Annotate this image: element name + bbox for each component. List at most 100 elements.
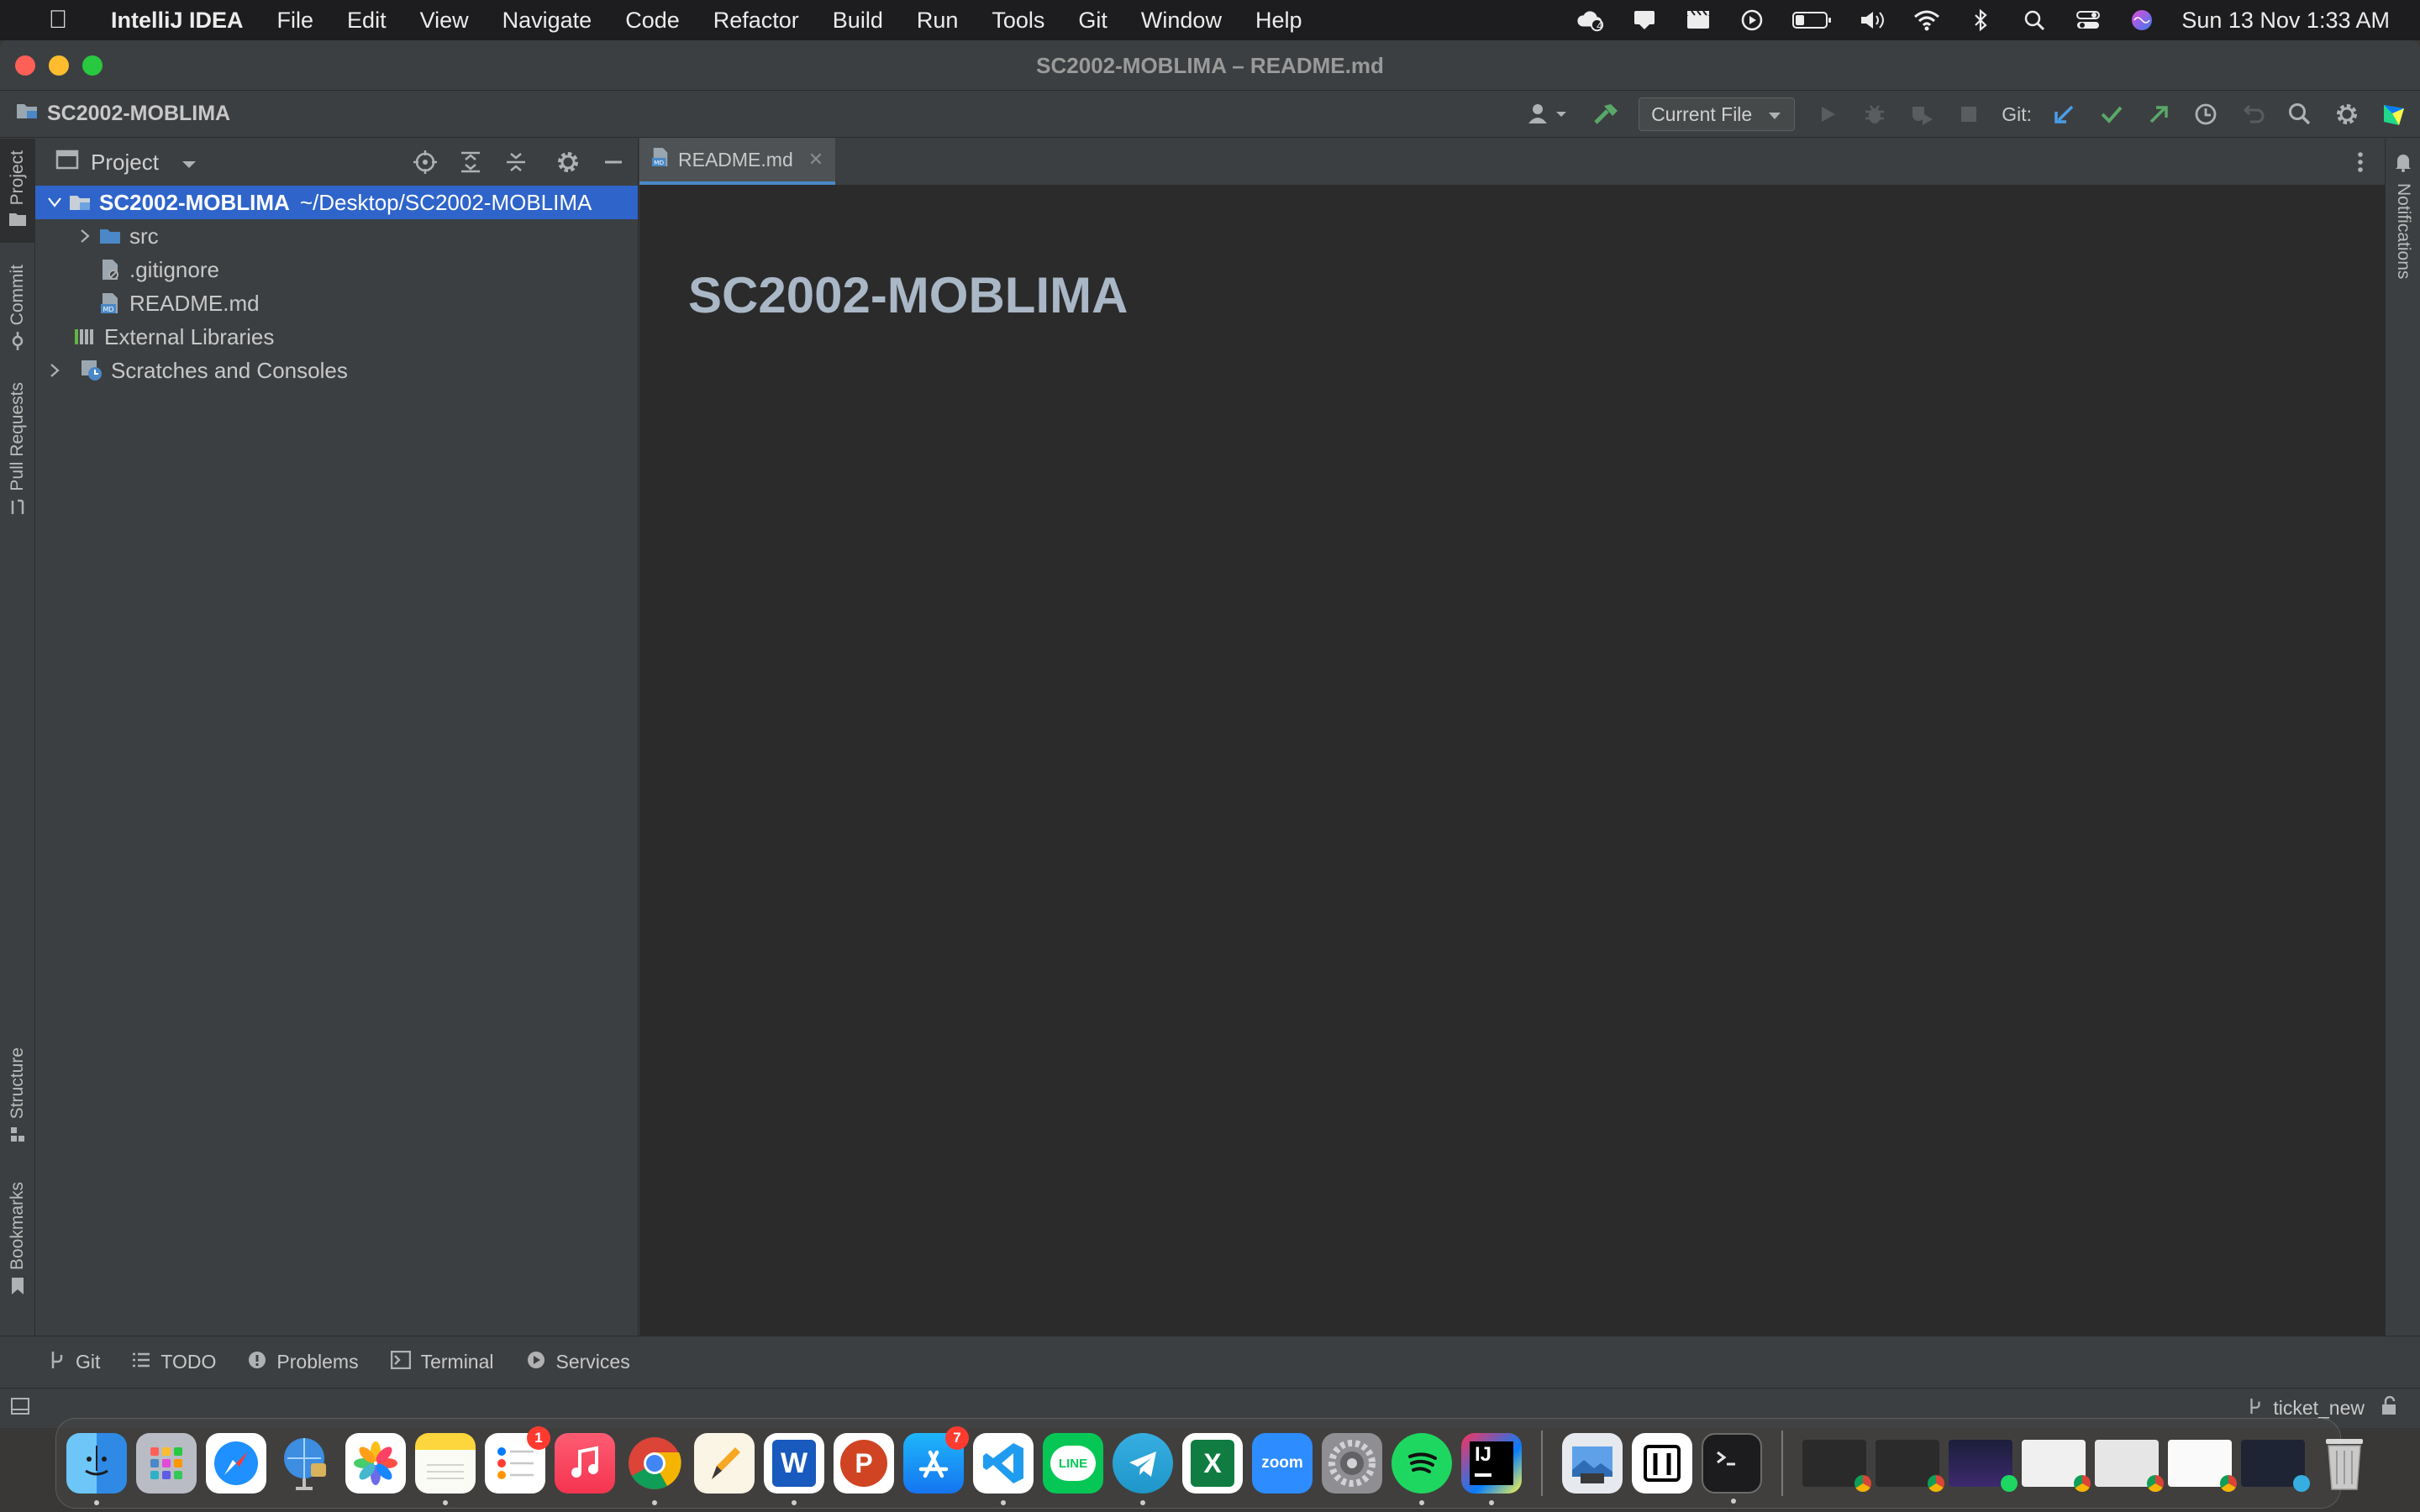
notification-icon[interactable] [1630,8,1659,32]
app-menu[interactable]: IntelliJ IDEA [82,8,260,34]
dock-network-utility-icon[interactable] [276,1433,336,1494]
tool-window-structure-button[interactable]: Structure [0,1047,35,1165]
project-view-selector[interactable]: Project [55,150,197,176]
tree-item-src[interactable]: src [35,219,638,253]
dock-minimized-window-4[interactable] [2022,1440,2091,1492]
tool-window-services-button[interactable]: Services [526,1350,630,1375]
tool-window-notifications-button[interactable]: Notifications [2386,145,2420,313]
play-circle-icon[interactable] [1738,8,1766,32]
dock-trash-icon[interactable] [2314,1433,2375,1494]
run-icon[interactable] [1813,100,1842,129]
menu-refactor[interactable]: Refactor [697,8,816,34]
lock-icon[interactable] [2380,1395,2398,1421]
menu-build[interactable]: Build [816,8,900,34]
bluetooth-icon[interactable] [1966,8,1995,32]
build-hammer-icon[interactable] [1591,100,1620,129]
dock-minimized-window-5[interactable] [2095,1440,2164,1492]
menu-run[interactable]: Run [900,8,976,34]
dock-intellij-icon[interactable]: IJ [1461,1433,1522,1505]
clapperboard-icon[interactable] [1684,8,1712,32]
debug-icon[interactable] [1860,100,1889,129]
select-opened-file-icon[interactable] [411,148,439,176]
dock-notion-icon[interactable] [1632,1433,1692,1494]
dock-excel-icon[interactable]: X [1182,1433,1243,1494]
search-everywhere-icon[interactable] [2286,100,2314,129]
jetbrains-toolbox-icon[interactable] [2380,100,2408,129]
window-close-button[interactable] [15,55,35,76]
collapse-all-icon[interactable] [502,148,530,176]
close-tab-icon[interactable]: ✕ [808,149,823,171]
git-update-icon[interactable] [2050,100,2079,129]
breadcrumb[interactable]: SC2002-MOBLIMA [15,101,230,127]
tree-item-external-libraries[interactable]: External Libraries [35,320,638,354]
control-center-icon[interactable] [2074,8,2102,32]
git-push-icon[interactable] [2144,100,2173,129]
dock-minimized-window-7[interactable] [2241,1440,2310,1492]
dock-minimized-window-2[interactable] [1876,1440,1944,1492]
code-with-me-icon[interactable] [1526,100,1573,129]
wifi-icon[interactable] [1912,8,1941,32]
stop-icon[interactable] [1954,100,1983,129]
tree-item-gitignore[interactable]: .gitignore [35,253,638,286]
apple-menu-icon[interactable]:  [34,6,82,34]
tool-window-pull-requests-button[interactable]: Pull Requests [0,382,35,533]
menu-tools[interactable]: Tools [975,8,1061,34]
tool-window-todo-button[interactable]: TODO [132,1351,216,1373]
dock-app-store-icon[interactable]: 7 [903,1426,969,1494]
menu-git[interactable]: Git [1061,8,1124,34]
menu-help[interactable]: Help [1239,8,1319,34]
dock-chrome-icon[interactable] [624,1433,685,1505]
expand-all-icon[interactable] [456,148,485,176]
hide-panel-icon[interactable] [599,148,628,176]
dock-minimized-window-6[interactable] [2168,1440,2237,1492]
window-minimize-button[interactable] [49,55,69,76]
dock-powerpoint-icon[interactable]: P [834,1433,894,1494]
dock-safari-icon[interactable] [206,1433,266,1494]
git-commit-icon[interactable] [2097,100,2126,129]
tree-item-readme[interactable]: MD README.md [35,286,638,320]
siri-icon[interactable] [2128,8,2156,32]
git-history-icon[interactable] [2191,100,2220,129]
menu-view[interactable]: View [403,8,486,34]
menu-code[interactable]: Code [608,8,697,34]
dock-launchpad-icon[interactable] [136,1433,197,1494]
menu-window[interactable]: Window [1124,8,1239,34]
menu-edit[interactable]: Edit [330,8,403,34]
dock-notes-icon[interactable] [415,1433,476,1505]
tree-item-scratches[interactable]: Scratches and Consoles [35,354,638,387]
dock-finder-icon[interactable] [66,1433,127,1505]
dock-pages-icon[interactable] [694,1433,755,1494]
more-options-icon[interactable] [2348,149,2373,176]
tool-window-problems-button[interactable]: Problems [248,1351,359,1374]
dock-zoom-icon[interactable]: zoom [1252,1433,1313,1494]
run-with-coverage-icon[interactable] [1907,100,1936,129]
dock-preview-icon[interactable] [1562,1433,1623,1494]
chevron-right-icon[interactable] [72,228,97,244]
tool-window-commit-button[interactable]: Commit [0,265,35,365]
toggle-tool-windows-icon[interactable] [10,1397,30,1420]
menu-navigate[interactable]: Navigate [486,8,609,34]
settings-gear-icon[interactable] [2333,100,2361,129]
dock-photos-icon[interactable] [345,1433,406,1494]
settings-gear-icon[interactable] [554,148,582,176]
git-branch-widget[interactable]: ticket_new [2248,1395,2398,1421]
volume-icon[interactable] [1859,8,1887,32]
run-configuration-dropdown[interactable]: Current File [1639,97,1796,131]
tree-item-project-root[interactable]: SC2002-MOBLIMA ~/Desktop/SC2002-MOBLIMA [35,186,638,219]
window-zoom-button[interactable] [82,55,103,76]
dock-minimized-window-1[interactable] [1802,1440,1871,1492]
dock-vscode-icon[interactable] [973,1433,1034,1505]
tool-window-terminal-button[interactable]: Terminal [390,1350,494,1374]
battery-icon[interactable] [1791,8,1833,32]
tool-window-bookmarks-button[interactable]: Bookmarks [0,1182,35,1315]
dock-telegram-icon[interactable] [1113,1433,1173,1505]
chevron-down-icon[interactable] [42,197,67,208]
dock-word-icon[interactable]: W [764,1433,824,1505]
dock-minimized-window-3[interactable] [1949,1440,2018,1492]
dock-spotify-icon[interactable] [1392,1433,1452,1505]
dock-terminal-icon[interactable] [1702,1433,1762,1504]
menu-file[interactable]: File [260,8,331,34]
chevron-right-icon[interactable] [42,363,67,378]
creative-cloud-icon[interactable]: 4 [1576,8,1605,32]
editor-tab-readme[interactable]: MD README.md ✕ [639,138,836,185]
